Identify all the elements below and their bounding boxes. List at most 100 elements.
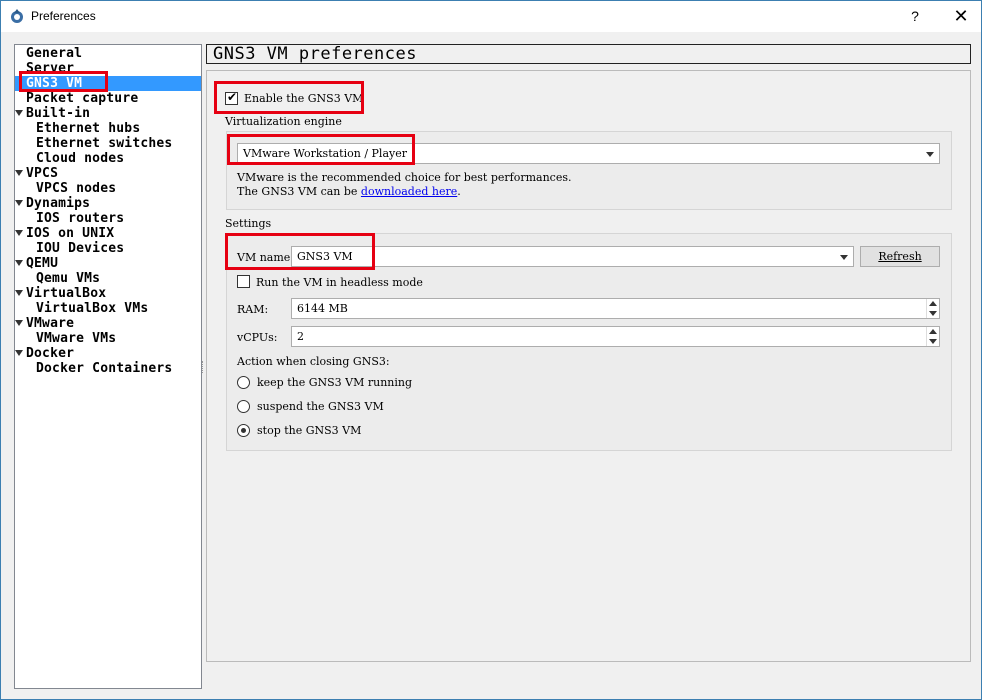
virtualization-engine-group: VMware Workstation / Player VMware is th… [226,131,952,210]
stop-label: stop the GNS3 VM [257,424,362,437]
page-title: GNS3 VM preferences [213,44,417,64]
ram-label: RAM: [237,303,269,316]
tree-item-label: Ethernet hubs [36,121,141,136]
enable-gns3-vm-checkbox[interactable] [225,90,238,105]
headless-mode-checkbox[interactable] [237,275,250,288]
tree-item-label: Packet capture [26,91,139,106]
virtualization-engine-label: Virtualization engine [225,115,342,128]
gns3-vm-settings-panel: Enable the GNS3 VM Virtualization engine… [206,70,971,662]
tree-item[interactable]: Docker Containers [15,361,201,376]
tree-item[interactable]: GNS3 VM [15,76,201,91]
tree-item-label: IOS routers [36,211,125,226]
tree-item[interactable]: IOS routers [15,211,201,226]
expand-arrow-icon[interactable] [15,350,23,356]
engine-select-value: VMware Workstation / Player [243,147,407,160]
gns3-app-icon [11,9,23,23]
arrow-down-icon[interactable] [929,339,937,344]
tree-item[interactable]: Packet capture [15,91,201,106]
preferences-window: Preferences ? ✕ General Server GNS3 VM Pack… [0,0,982,700]
engine-select[interactable]: VMware Workstation / Player [237,143,940,164]
tree-item[interactable]: Built-in [15,106,201,121]
tree-item[interactable]: Ethernet hubs [15,121,201,136]
vm-name-label: VM name: [237,251,294,264]
tree-item[interactable]: QEMU [15,256,201,271]
tree-item-label: VPCS [26,166,59,181]
help-button[interactable]: ? [901,1,929,32]
vcpus-spinbox[interactable]: 2 [291,326,940,347]
tree-item-label: Dynamips [26,196,91,211]
expand-arrow-icon[interactable] [15,230,23,236]
ram-value: 6144 MB [297,302,348,315]
title-bar: Preferences ? ✕ [1,1,981,32]
chevron-down-icon [926,152,934,157]
headless-mode-label: Run the VM in headless mode [256,276,423,289]
tree-item[interactable]: VPCS nodes [15,181,201,196]
suspend-radio[interactable] [237,400,250,413]
arrow-up-icon[interactable] [929,329,937,334]
tree-item-label: VMware VMs [36,331,117,346]
tree-item-label: Server [26,61,75,76]
tree-item[interactable]: VirtualBox VMs [15,301,201,316]
tree-item[interactable]: VPCS [15,166,201,181]
expand-arrow-icon[interactable] [15,320,23,326]
arrow-down-icon[interactable] [929,311,937,316]
action-on-close-label: Action when closing GNS3: [237,355,390,368]
tree-item-label: Docker Containers [36,361,173,376]
tree-item[interactable]: VirtualBox [15,286,201,301]
tree-item-label: Built-in [26,106,91,121]
download-link[interactable]: downloaded here [361,185,457,198]
tree-item[interactable]: IOU Devices [15,241,201,256]
tree-item[interactable]: Dynamips [15,196,201,211]
tree-item-label: IOU Devices [36,241,125,256]
tree-item-label: Qemu VMs [36,271,101,286]
close-button[interactable]: ✕ [941,1,981,32]
engine-note-suffix: . [457,185,461,198]
refresh-label: Refresh [878,250,922,263]
vcpus-label: vCPUs: [237,331,278,344]
expand-arrow-icon[interactable] [15,290,23,296]
enable-gns3-vm-label: Enable the GNS3 VM [244,92,364,105]
settings-label: Settings [225,217,272,230]
preferences-tree: General Server GNS3 VM Packet capture Built-… [14,44,202,689]
settings-group: VM name: GNS3 VM Refresh Run the VM in h… [226,233,952,451]
vm-name-value: GNS3 VM [297,250,353,263]
tree-item[interactable]: IOS on UNIX [15,226,201,241]
tree-item-label: IOS on UNIX [26,226,115,241]
stop-radio[interactable] [237,424,250,437]
tree-item[interactable]: General [15,46,201,61]
tree-item[interactable]: VMware [15,316,201,331]
expand-arrow-icon[interactable] [15,110,23,116]
expand-arrow-icon[interactable] [15,170,23,176]
tree-item-label: VPCS nodes [36,181,117,196]
engine-note-line2: The GNS3 VM can be downloaded here. [237,185,461,198]
tree-item[interactable]: VMware VMs [15,331,201,346]
tree-item-label: General [26,46,83,61]
arrow-up-icon[interactable] [929,301,937,306]
tree-item[interactable]: Docker [15,346,201,361]
tree-item-label: Docker [26,346,75,361]
vcpus-spin-buttons[interactable] [926,327,939,346]
keep-running-radio[interactable] [237,376,250,389]
tree-item-label: QEMU [26,256,59,271]
tree-item[interactable]: Qemu VMs [15,271,201,286]
expand-arrow-icon[interactable] [15,260,23,266]
ram-spinbox[interactable]: 6144 MB [291,298,940,319]
tree-item[interactable]: Ethernet switches [15,136,201,151]
tree-item-label: Cloud nodes [36,151,125,166]
tree-item-label: VMware [26,316,75,331]
tree-item-label: VirtualBox [26,286,107,301]
splitter-handle[interactable] [202,361,205,373]
refresh-button[interactable]: Refresh [860,246,940,267]
engine-note-prefix: The GNS3 VM can be [237,185,361,198]
window-title: Preferences [31,9,96,23]
ram-spin-buttons[interactable] [926,299,939,318]
tree-item[interactable]: Cloud nodes [15,151,201,166]
expand-arrow-icon[interactable] [15,200,23,206]
keep-running-label: keep the GNS3 VM running [257,376,413,389]
tree-item[interactable]: Server [15,61,201,76]
tree-item-label: GNS3 VM [26,76,83,91]
tree-item-label: Ethernet switches [36,136,173,151]
suspend-label: suspend the GNS3 VM [257,400,384,413]
vm-name-select[interactable]: GNS3 VM [291,246,854,267]
tree-item-label: VirtualBox VMs [36,301,149,316]
